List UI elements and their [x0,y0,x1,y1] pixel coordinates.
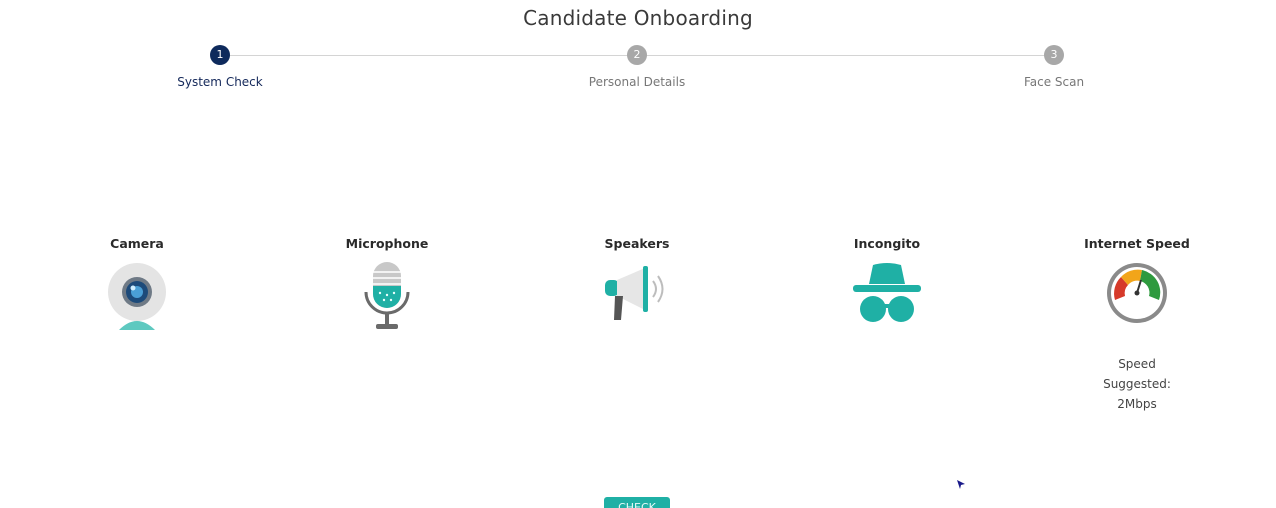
speakers-check: Speakers [557,236,717,332]
speed-note-line2: Suggested: [1103,377,1171,391]
step-face-scan[interactable]: 3 Face Scan [984,45,1124,89]
microphone-label: Microphone [345,236,429,251]
speed-note-line1: Speed [1118,357,1156,371]
mouse-cursor-icon [957,480,965,489]
webcam-icon [108,263,166,330]
step-label-system-check: System Check [177,75,263,89]
microphone-icon [364,262,410,329]
step-personal-details[interactable]: 2 Personal Details [567,45,707,89]
page-title: Candidate Onboarding [523,6,753,30]
check-button[interactable]: CHECK [604,497,670,508]
speed-suggestion: Speed Suggested: 2Mbps [1092,354,1182,414]
speakers-label: Speakers [604,236,670,251]
step-system-check[interactable]: 1 System Check [150,45,290,89]
step-number-1: 1 [210,45,230,65]
incognito-label: Incongito [853,236,921,251]
step-label-face-scan: Face Scan [1023,75,1085,89]
step-number-3: 3 [1044,45,1064,65]
speedometer-icon [1107,263,1167,323]
incognito-check: Incongito [807,236,967,332]
camera-check: Camera [57,236,217,332]
step-number-2: 2 [627,45,647,65]
megaphone-icon [605,266,664,320]
onboarding-page: Candidate Onboarding 1 System Check 2 Pe… [0,0,1276,508]
speed-note-line3: 2Mbps [1117,397,1157,411]
internet-speed-check: Internet Speed Speed Suggested: 2Mbps [1057,236,1217,414]
step-label-personal-details: Personal Details [588,75,686,89]
camera-label: Camera [110,236,164,251]
microphone-check: Microphone [307,236,467,332]
incognito-icon [853,263,921,322]
internet-speed-label: Internet Speed [1084,236,1190,251]
